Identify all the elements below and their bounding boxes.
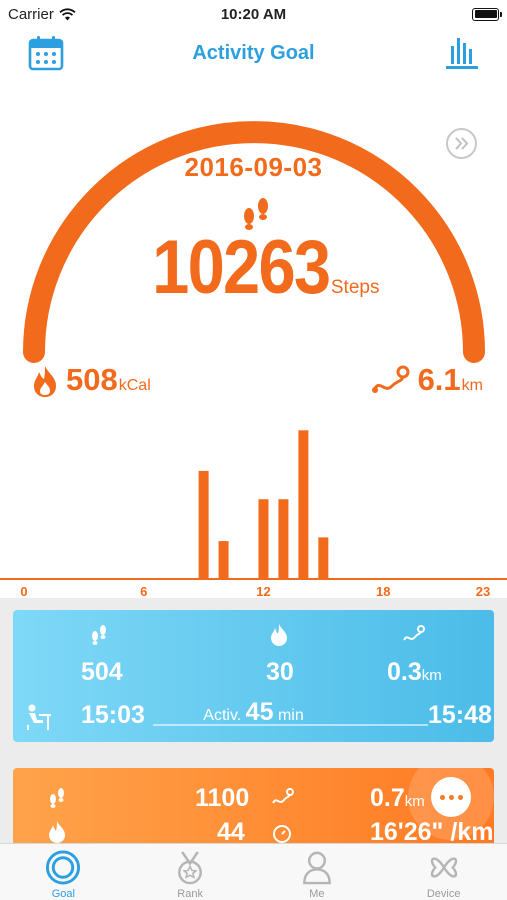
flame-icon: [49, 821, 65, 843]
activity-card[interactable]: 504 30 0.3km 15:03 Activ. 45 min 15:48: [13, 610, 494, 742]
calories-unit: kCal: [118, 377, 151, 394]
chart-x-axis: [0, 578, 507, 580]
stopwatch-icon: [273, 825, 291, 843]
person-icon: [302, 851, 331, 885]
more-icon: [431, 777, 471, 817]
route-icon: [403, 625, 425, 641]
chart-bar: [258, 499, 269, 578]
activity-distance: 0.3km: [387, 660, 442, 685]
battery-level: [474, 10, 497, 18]
tab-me-label: Me: [309, 888, 325, 900]
flame-icon: [34, 366, 56, 397]
route-icon: [272, 788, 294, 804]
chart-tick-label: 23: [476, 584, 490, 599]
distance-stat: 6.1 km: [370, 364, 483, 398]
chart-tick-label: 12: [256, 584, 270, 599]
target-icon: [46, 850, 81, 885]
activity-duration: 45: [245, 698, 274, 726]
activity-calories: 30: [266, 658, 294, 686]
chart-tick-label: 6: [140, 584, 147, 599]
activity-list[interactable]: 504 30 0.3km 15:03 Activ. 45 min 15:48 1…: [0, 598, 507, 843]
activity-label: Activ.: [203, 707, 242, 724]
chart-tick-label: 0: [20, 584, 27, 599]
steps-display: 10263 Steps: [0, 230, 507, 306]
carrier-group: Carrier: [8, 6, 76, 23]
device-icon: [430, 857, 457, 878]
activity-end-time: 15:48: [428, 701, 492, 729]
steps-count: 10263: [151, 225, 331, 310]
tab-rank[interactable]: Rank: [127, 844, 254, 900]
tab-me[interactable]: Me: [254, 844, 381, 900]
activity-duration-unit: min: [277, 707, 304, 724]
tab-rank-label: Rank: [177, 888, 203, 900]
page-title: Activity Goal: [192, 41, 315, 64]
activity-calories: 44: [217, 818, 245, 844]
steps-unit: Steps: [330, 277, 380, 298]
tab-bar: Goal Rank Me Device: [0, 843, 507, 900]
chart-bar: [198, 470, 209, 578]
medal-icon: [178, 851, 203, 885]
wifi-icon: [59, 7, 76, 20]
chart-bar: [218, 541, 229, 578]
chart-tick-label: 18: [376, 584, 390, 599]
activity-card[interactable]: 1100 0.7km 44 16'26" /km: [13, 768, 494, 843]
carrier-label: Carrier: [8, 5, 54, 23]
bar-chart-icon[interactable]: [443, 34, 481, 72]
clock: 10:20 AM: [220, 5, 287, 23]
activity-steps: 504: [81, 658, 123, 686]
activity-distance-value: 0.3: [387, 658, 422, 686]
daily-summary: 2016-09-03 10263 Steps 508 kCal 6.1 km: [0, 78, 507, 418]
tab-device-label: Device: [426, 888, 461, 900]
tab-goal-label: Goal: [51, 888, 75, 900]
status-bar: Carrier 10:20 AM: [0, 0, 507, 28]
chart-bar: [298, 430, 309, 578]
activity-distance-value: 0.7: [370, 784, 405, 812]
hourly-steps-chart: 0 6 12 18 23: [0, 418, 507, 600]
calories-stat: 508 kCal: [28, 364, 151, 398]
battery-icon: [472, 7, 502, 21]
flame-icon: [271, 624, 287, 646]
distance-value: 6.1: [417, 362, 461, 397]
summary-date: 2016-09-03: [184, 152, 323, 182]
calendar-icon[interactable]: [27, 34, 65, 72]
hourly-steps-svg: 0 6 12 18 23: [0, 430, 507, 599]
footprints-icon: [92, 625, 106, 645]
activity-timeline-line: [153, 724, 428, 726]
calories-value: 508: [66, 362, 118, 397]
activity-distance-unit: km: [421, 667, 442, 684]
activity-duration-label: Activ. 45 min: [13, 698, 494, 727]
distance-unit: km: [461, 377, 483, 394]
route-icon: [371, 365, 410, 393]
tab-device[interactable]: Device: [380, 844, 507, 900]
chart-bar: [318, 537, 329, 578]
activity-steps: 1100: [195, 784, 250, 812]
tab-goal[interactable]: Goal: [0, 844, 127, 900]
nav-bar: Activity Goal: [0, 28, 507, 78]
footprints-icon: [50, 788, 64, 808]
chart-bar: [278, 499, 289, 578]
